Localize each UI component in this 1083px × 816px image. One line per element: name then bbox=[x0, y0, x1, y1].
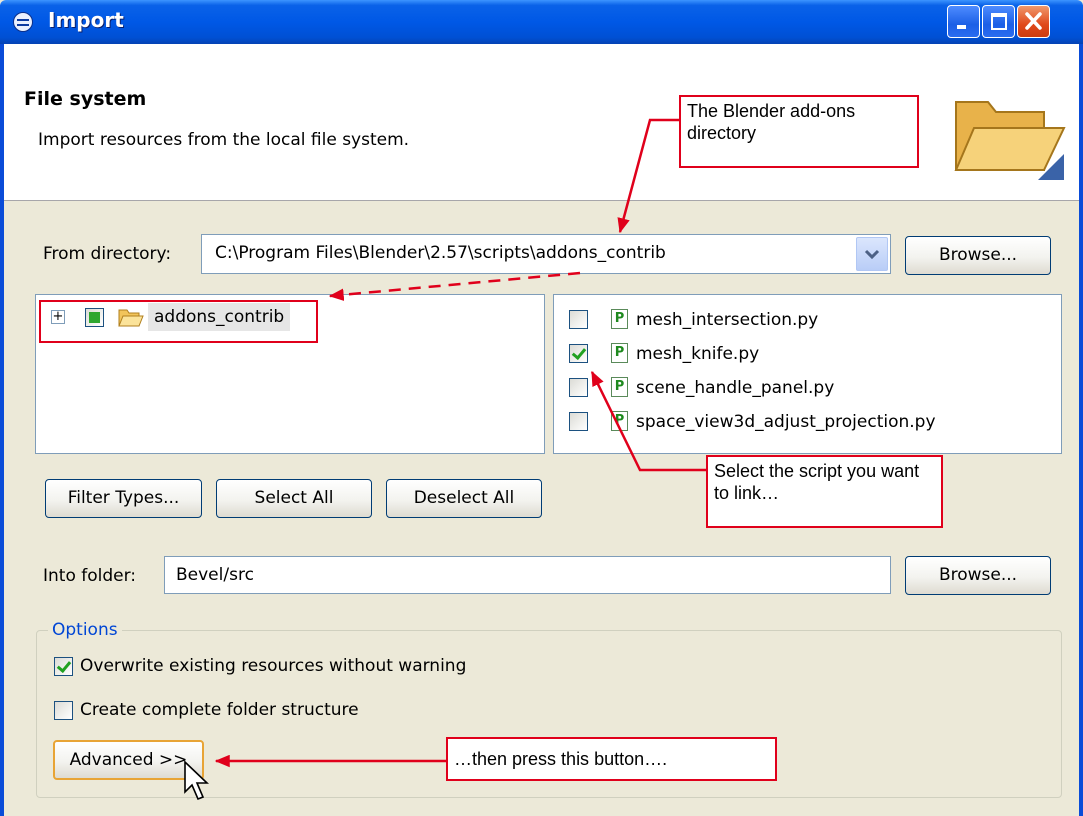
arrow-to-directory-combo bbox=[617, 118, 679, 234]
arrow-to-file-checkbox bbox=[590, 370, 706, 472]
annotation-arrows bbox=[214, 118, 706, 768]
dashed-arrow-to-tree-item bbox=[328, 271, 581, 301]
